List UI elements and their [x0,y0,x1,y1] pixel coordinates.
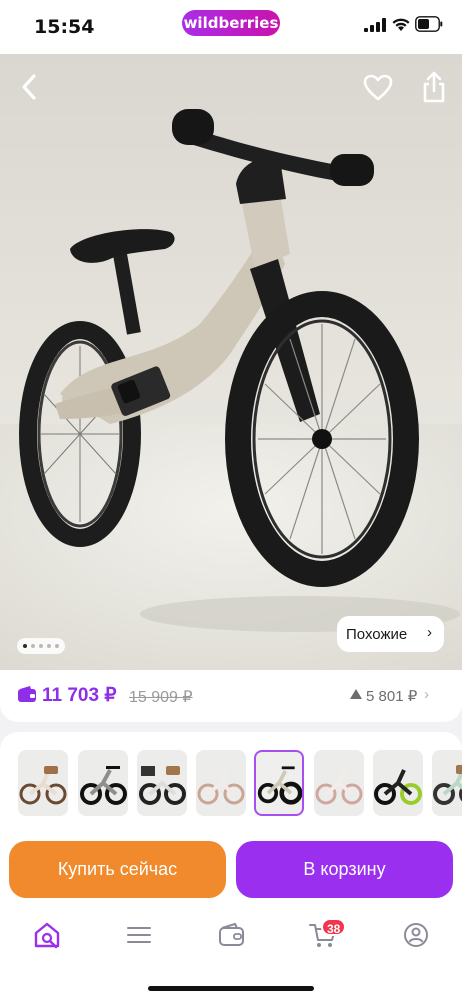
pagination-dot [55,644,59,648]
heart-icon[interactable] [362,72,394,104]
wallet-tab-icon[interactable] [216,920,246,950]
pagination-dot [39,644,43,648]
chevron-right-icon: › [427,624,432,641]
pagination-dot [23,644,27,648]
pagination-dot [31,644,35,648]
add-to-cart-button[interactable]: В корзину [236,841,453,898]
variant-thumbnail[interactable] [196,750,246,816]
current-price: 11 703 ₽ [42,685,117,706]
home-search-icon[interactable] [32,920,62,950]
variant-thumbnail[interactable] [78,750,128,816]
brand-logo: wildberries [182,10,280,36]
bottom-tab-bar: 38 [0,908,462,1000]
variant-thumbnail[interactable] [432,750,462,816]
variant-thumbnail[interactable] [373,750,423,816]
gallery-pagination [17,638,65,654]
product-image-gallery[interactable]: Похожие › [0,54,462,670]
share-icon[interactable] [419,70,449,104]
signal-icon [364,18,386,32]
catalog-icon[interactable] [124,920,154,950]
pagination-dot [47,644,51,648]
wifi-icon [392,18,410,31]
variant-thumbnail[interactable] [18,750,68,816]
purchase-actions: Купить сейчас В корзину [0,832,462,908]
wallet-icon [18,686,36,702]
back-icon[interactable] [14,70,44,104]
triangle-up-icon [350,689,362,699]
buy-now-button[interactable]: Купить сейчас [9,841,226,898]
status-bar: 15:54 wildberries [0,0,462,54]
price-drop-value: 5 801 ₽ [366,688,418,705]
variant-thumbnail-selected[interactable] [254,750,304,816]
similar-button[interactable]: Похожие › [337,616,444,652]
home-indicator [148,986,314,991]
battery-icon [415,16,443,32]
old-price: 15 909 ₽ [129,689,193,706]
variant-thumbnail[interactable] [314,750,364,816]
similar-label: Похожие [346,625,408,643]
variant-thumbnails [0,732,462,832]
balance-bike-photo [0,109,462,670]
profile-icon[interactable] [401,920,431,950]
chevron-right-icon: › [424,686,429,703]
product-screen: 15:54 wildberries Похожие › 11 703 ₽ 15 … [0,0,462,1000]
price-row[interactable]: 11 703 ₽ 15 909 ₽ 5 801 ₽ › [0,670,462,722]
variant-thumbnail[interactable] [137,750,187,816]
status-time: 15:54 [34,16,95,38]
cart-count-badge: 38 [321,918,347,936]
